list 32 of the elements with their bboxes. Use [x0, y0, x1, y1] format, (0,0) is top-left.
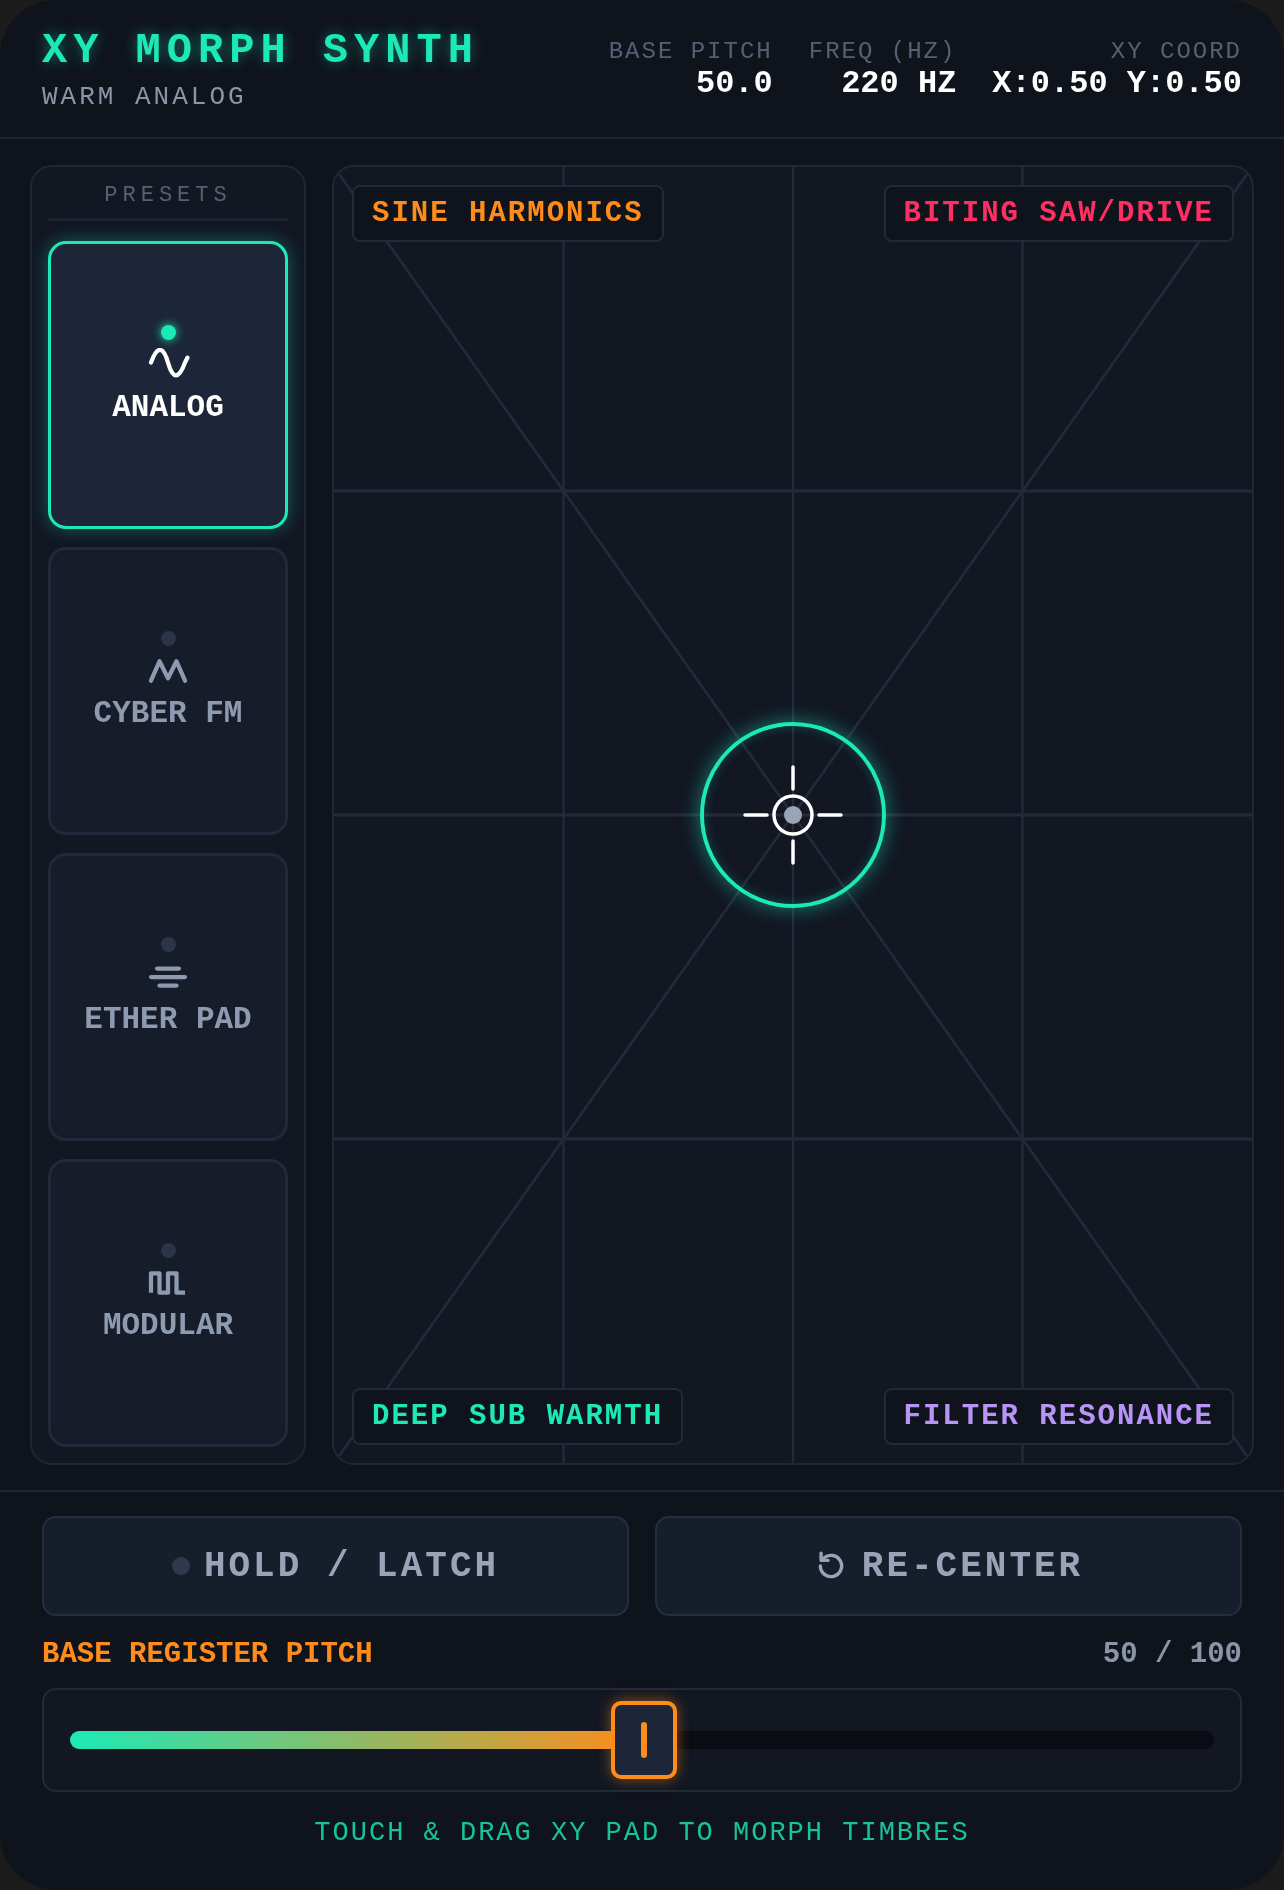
presets-heading: PRESETS	[48, 167, 288, 221]
status-dot	[160, 325, 176, 340]
readout-label: BASE PITCH	[608, 38, 773, 66]
preset-button[interactable]: ANALOG	[48, 241, 288, 529]
readout-label: XY COORD	[1109, 38, 1242, 66]
crosshair-icon	[743, 765, 843, 865]
corner-label: BITING SAW/DRIVE	[883, 185, 1234, 242]
slider-label: BASE REGISTER PITCH	[42, 1637, 373, 1673]
crosshair-cursor[interactable]	[700, 722, 886, 908]
hint-text: TOUCH & DRAG XY PAD TO MORPH TIMBRES	[313, 1818, 971, 1848]
status-dot	[160, 631, 176, 646]
status-dot	[160, 1243, 176, 1258]
corner-label: SINE HARMONICS	[352, 185, 664, 242]
hold-latch-button[interactable]: HOLD / LATCH	[42, 1516, 629, 1616]
readout-value: 220 HZ	[840, 66, 957, 102]
xy-pad[interactable]: SINE HARMONICS BITING SAW/DRIVE DEEP SUB WARMTH FILTER RESONANCE	[332, 165, 1254, 1465]
app-title: XY MORPH SYNTH	[42, 26, 479, 76]
readout-value: X:0.50 Y:0.50	[992, 66, 1242, 102]
corner-label: FILTER RESONANCE	[883, 1388, 1234, 1445]
preset-button[interactable]: ETHER PAD	[48, 853, 288, 1141]
status-dot	[160, 937, 176, 952]
indicator-dot	[171, 1557, 190, 1575]
readout-value: 50.0	[694, 66, 773, 102]
preset-button[interactable]: MODULAR	[48, 1159, 288, 1447]
readout-label: FREQ (HZ)	[808, 38, 957, 66]
slider-reading: 50 / 100	[1102, 1637, 1242, 1673]
slider-thumb[interactable]	[611, 1701, 677, 1779]
recenter-button[interactable]: RE-CENTER	[655, 1516, 1242, 1616]
preset-button[interactable]: CYBER FM	[48, 547, 288, 835]
corner-label: DEEP SUB WARMTH	[352, 1388, 684, 1445]
preset-subtitle: WARM ANALOG	[42, 82, 248, 112]
pitch-slider[interactable]	[70, 1701, 1214, 1779]
